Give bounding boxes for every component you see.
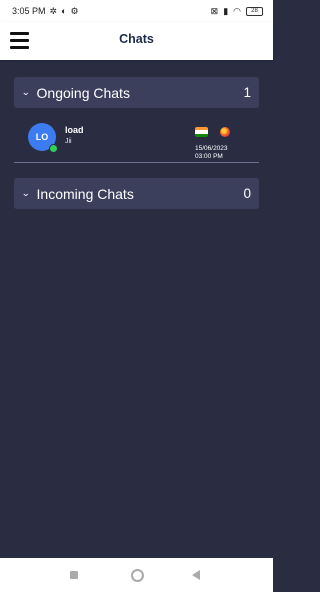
pm-icon: ✲ [49, 5, 58, 16]
wifi-icon: ◠ [233, 5, 241, 16]
chat-last-message: Jii [65, 138, 72, 145]
battery-icon: 28 [246, 6, 263, 16]
back-icon[interactable] [192, 570, 200, 580]
system-nav-bar [0, 558, 273, 592]
india-flag-icon [195, 127, 208, 137]
online-status-dot [49, 144, 58, 153]
ongoing-chats-count: 1 [243, 85, 251, 100]
firefox-icon [220, 127, 230, 137]
ongoing-chats-label: Ongoing Chats [36, 84, 130, 101]
home-icon[interactable] [131, 569, 144, 582]
chat-name: load [65, 125, 84, 135]
incoming-chats-header[interactable]: ⌄ Incoming Chats 0 [14, 178, 259, 209]
app-bar: Chats [0, 22, 273, 60]
page-title: Chats [119, 32, 154, 46]
no-sim-icon: ⊠ [210, 5, 219, 16]
signal-icon: ▮ [223, 5, 229, 16]
chat-visitor-info [195, 127, 230, 137]
recents-icon[interactable] [70, 571, 78, 579]
chat-date: 15/06/2023 [195, 145, 228, 152]
incoming-chats-count: 0 [243, 186, 251, 201]
incoming-chats-label: Incoming Chats [36, 185, 134, 202]
chat-timestamp: 15/06/2023 03:00 PM [195, 145, 228, 161]
status-time: 3:05 PM [12, 6, 46, 16]
chat-list-item[interactable]: LO load Jii 15/06/2023 03:00 PM [14, 117, 259, 162]
divider [14, 162, 259, 163]
chat-time: 03:00 PM [195, 153, 223, 160]
status-bar: 3:05 PM ✲ ◐ ⚙ ⊠ ▮ ◠ 28 [0, 0, 273, 22]
gear-icon: ⚙ [70, 5, 79, 16]
chevron-down-icon: ⌄ [21, 188, 31, 198]
half-circle-icon: ◐ [61, 5, 67, 16]
ongoing-chats-header[interactable]: ⌄ Ongoing Chats 1 [14, 77, 259, 108]
chevron-down-icon: ⌄ [21, 87, 31, 97]
